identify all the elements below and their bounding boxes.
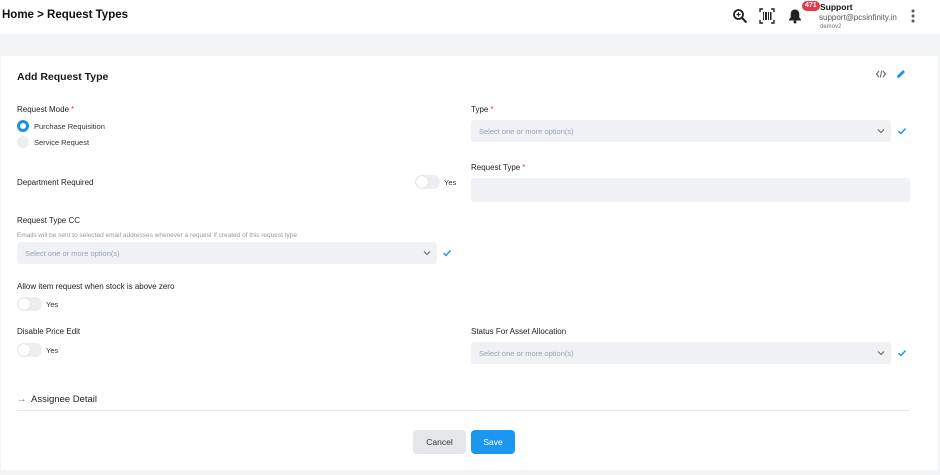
chevron-down-icon — [877, 129, 885, 134]
radio-service-request[interactable] — [17, 136, 29, 148]
form-card: Add Request Type Request Mode * Purchase … — [1, 56, 938, 470]
asset-status-placeholder: Select one or more option(s) — [479, 349, 574, 358]
check-icon — [898, 350, 907, 357]
type-select[interactable]: Select one or more option(s) — [471, 120, 891, 142]
request-type-cc-select[interactable]: Select one or more option(s) — [17, 242, 437, 264]
user-email: support@pcsinfinity.in — [819, 13, 897, 22]
arrow-right-icon: → — [17, 394, 27, 405]
allow-item-request-label: Allow item request when stock is above z… — [17, 282, 175, 291]
user-name[interactable]: Support — [820, 2, 853, 12]
assignee-detail-label: Assignee Detail — [31, 394, 98, 405]
breadcrumb: Home > Request Types — [2, 9, 129, 21]
radio-purchase-requisition[interactable] — [17, 120, 29, 132]
assignee-detail-toggle[interactable]: → Assignee Detail — [17, 394, 97, 405]
chevron-down-icon — [877, 351, 885, 356]
asset-status-select[interactable]: Select one or more option(s) — [471, 342, 891, 364]
zoom-icon[interactable] — [732, 8, 748, 24]
type-select-placeholder: Select one or more option(s) — [479, 127, 574, 136]
request-type-input[interactable] — [471, 178, 910, 202]
disable-price-edit-toggle-label: Yes — [46, 346, 59, 355]
edit-icon[interactable] — [896, 69, 906, 79]
kebab-menu-icon[interactable] — [906, 8, 920, 24]
check-icon — [898, 128, 907, 135]
notification-badge: 471 — [802, 1, 820, 11]
radio-purchase-requisition-label: Purchase Requisition — [34, 122, 105, 131]
cancel-button[interactable]: Cancel — [413, 430, 466, 454]
allow-item-request-toggle[interactable] — [17, 297, 42, 311]
disable-price-edit-toggle[interactable] — [17, 343, 42, 357]
request-mode-label: Request Mode * — [17, 105, 75, 114]
request-type-cc-help: Emails will be sent to selected email ad… — [17, 232, 298, 239]
chevron-down-icon — [423, 251, 431, 256]
check-icon — [443, 250, 452, 257]
code-icon[interactable] — [876, 69, 886, 79]
request-type-label: Request Type * — [471, 163, 526, 172]
type-label: Type * — [471, 105, 494, 114]
radio-service-request-label: Service Request — [34, 138, 90, 147]
asset-status-label: Status For Asset Allocation — [471, 327, 567, 336]
barcode-icon[interactable] — [759, 8, 775, 24]
divider — [17, 410, 910, 411]
bell-icon[interactable] — [787, 8, 803, 24]
department-required-toggle[interactable] — [415, 175, 440, 189]
department-required-label: Department Required — [17, 178, 94, 187]
save-button[interactable]: Save — [471, 430, 515, 454]
disable-price-edit-label: Disable Price Edit — [17, 327, 81, 336]
allow-item-request-toggle-label: Yes — [46, 300, 59, 309]
form-title: Add Request Type — [17, 71, 109, 83]
request-type-cc-placeholder: Select one or more option(s) — [25, 249, 120, 258]
department-required-toggle-label: Yes — [444, 178, 457, 187]
top-bar: Home > Request Types 471 Support support… — [0, 0, 940, 34]
request-type-cc-label: Request Type CC — [17, 216, 80, 225]
user-subtitle: demov2 — [820, 24, 842, 30]
